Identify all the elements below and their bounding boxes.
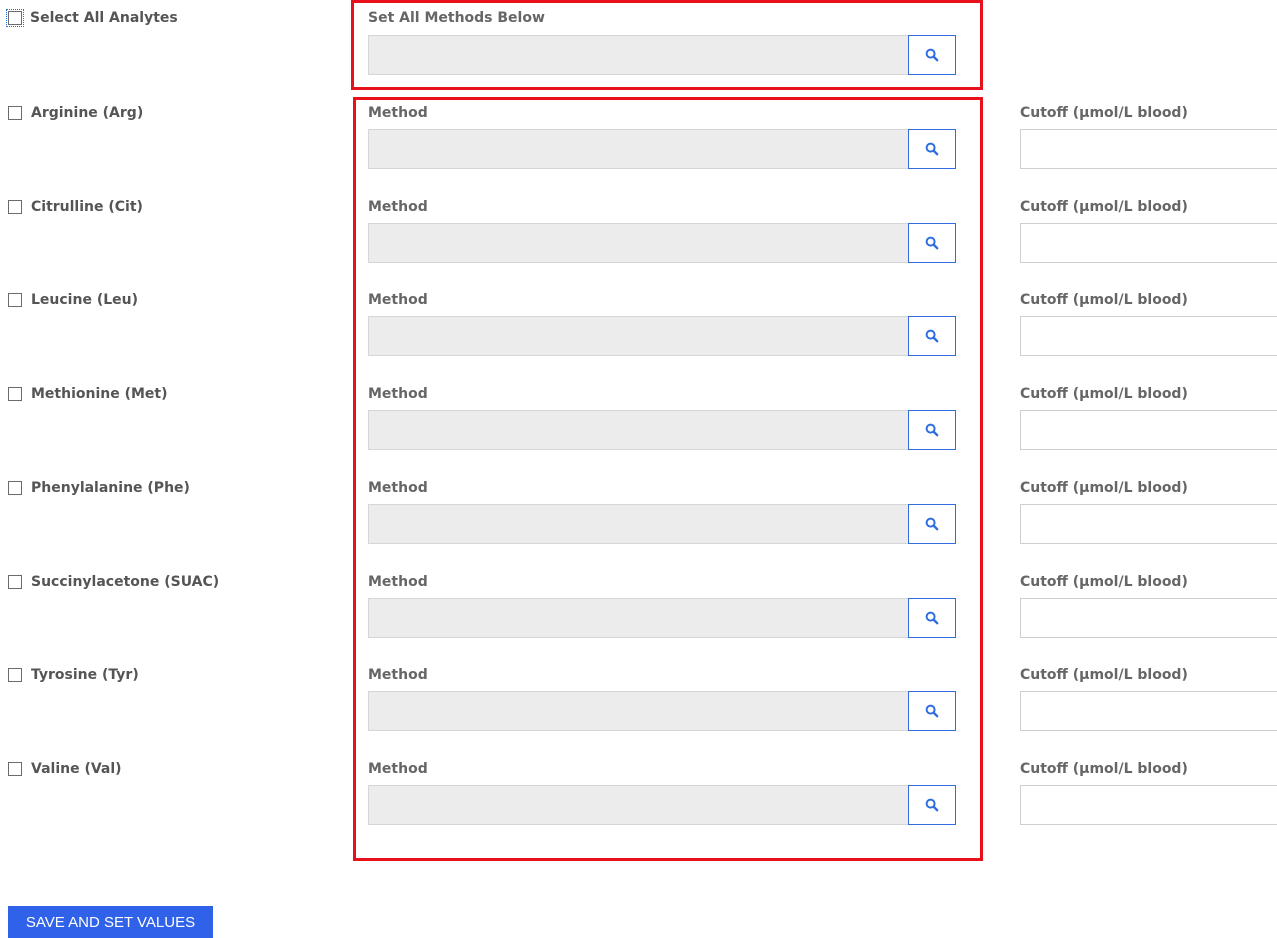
method-label: Method [368,105,428,121]
method-lookup [368,691,956,731]
analyte-checkbox-row[interactable]: Citrulline (Cit) [8,199,143,215]
analyte-checkbox[interactable] [8,106,22,120]
search-icon [925,611,939,625]
select-all-checkbox[interactable] [6,9,24,27]
method-label: Method [368,292,428,308]
method-field[interactable] [368,223,908,263]
method-search-button[interactable] [908,785,956,825]
cutoff-input[interactable] [1020,691,1277,731]
cutoff-input[interactable] [1020,410,1277,450]
method-search-button[interactable] [908,691,956,731]
cutoff-label: Cutoff (µmol/L blood) [1020,574,1188,590]
analyte-checkbox[interactable] [8,293,22,307]
cutoff-input[interactable] [1020,223,1277,263]
set-all-method-lookup [368,35,956,75]
cutoff-label: Cutoff (µmol/L blood) [1020,386,1188,402]
methods-highlight-box [353,97,983,861]
analyte-checkbox[interactable] [8,481,22,495]
method-label: Method [368,761,428,777]
analyte-checkbox-row[interactable]: Leucine (Leu) [8,292,138,308]
search-icon [925,236,939,250]
analyte-checkbox-row[interactable]: Tyrosine (Tyr) [8,667,139,683]
analyte-name: Arginine (Arg) [31,105,144,121]
cutoff-label: Cutoff (µmol/L blood) [1020,761,1188,777]
search-icon [925,517,939,531]
analyte-checkbox[interactable] [8,200,22,214]
method-lookup [368,598,956,638]
method-field[interactable] [368,785,908,825]
analyte-checkbox[interactable] [8,387,22,401]
method-label: Method [368,667,428,683]
set-all-method-field[interactable] [368,35,908,75]
analyte-name: Leucine (Leu) [31,292,138,308]
cutoff-label: Cutoff (µmol/L blood) [1020,667,1188,683]
method-search-button[interactable] [908,316,956,356]
select-all-label: Select All Analytes [30,10,178,26]
cutoff-input[interactable] [1020,316,1277,356]
method-field[interactable] [368,691,908,731]
method-label: Method [368,480,428,496]
method-label: Method [368,386,428,402]
analyte-checkbox[interactable] [8,668,22,682]
method-lookup [368,410,956,450]
method-search-button[interactable] [908,129,956,169]
analyte-name: Tyrosine (Tyr) [31,667,139,683]
method-label: Method [368,574,428,590]
method-field[interactable] [368,316,908,356]
cutoff-label: Cutoff (µmol/L blood) [1020,105,1188,121]
cutoff-input[interactable] [1020,504,1277,544]
search-icon [925,48,939,62]
save-and-set-values-button[interactable]: SAVE AND SET VALUES [8,906,213,938]
analyte-name: Phenylalanine (Phe) [31,480,190,496]
cutoff-label: Cutoff (µmol/L blood) [1020,199,1188,215]
analyte-method-form: Select All Analytes Set All Methods Belo… [0,0,1277,938]
search-icon [925,704,939,718]
method-search-button[interactable] [908,410,956,450]
cutoff-input[interactable] [1020,129,1277,169]
analyte-checkbox-row[interactable]: Valine (Val) [8,761,122,777]
method-label: Method [368,199,428,215]
method-field[interactable] [368,410,908,450]
select-all-analytes[interactable]: Select All Analytes [6,9,178,27]
method-lookup [368,129,956,169]
method-search-button[interactable] [908,223,956,263]
search-icon [925,423,939,437]
set-all-method-search-button[interactable] [908,35,956,75]
analyte-checkbox-row[interactable]: Phenylalanine (Phe) [8,480,190,496]
analyte-checkbox[interactable] [8,762,22,776]
analyte-name: Methionine (Met) [31,386,168,402]
method-lookup [368,785,956,825]
method-search-button[interactable] [908,504,956,544]
analyte-checkbox-row[interactable]: Arginine (Arg) [8,105,143,121]
method-lookup [368,223,956,263]
analyte-name: Valine (Val) [31,761,122,777]
method-field[interactable] [368,129,908,169]
analyte-checkbox-row[interactable]: Methionine (Met) [8,386,168,402]
analyte-checkbox[interactable] [8,575,22,589]
method-lookup [368,504,956,544]
cutoff-label: Cutoff (µmol/L blood) [1020,292,1188,308]
set-all-methods-label: Set All Methods Below [368,10,545,26]
analyte-checkbox-row[interactable]: Succinylacetone (SUAC) [8,574,219,590]
cutoff-input[interactable] [1020,598,1277,638]
analyte-name: Citrulline (Cit) [31,199,143,215]
cutoff-input[interactable] [1020,785,1277,825]
cutoff-label: Cutoff (µmol/L blood) [1020,480,1188,496]
search-icon [925,329,939,343]
method-field[interactable] [368,598,908,638]
method-field[interactable] [368,504,908,544]
method-search-button[interactable] [908,598,956,638]
search-icon [925,798,939,812]
analyte-name: Succinylacetone (SUAC) [31,574,220,590]
search-icon [925,142,939,156]
method-lookup [368,316,956,356]
